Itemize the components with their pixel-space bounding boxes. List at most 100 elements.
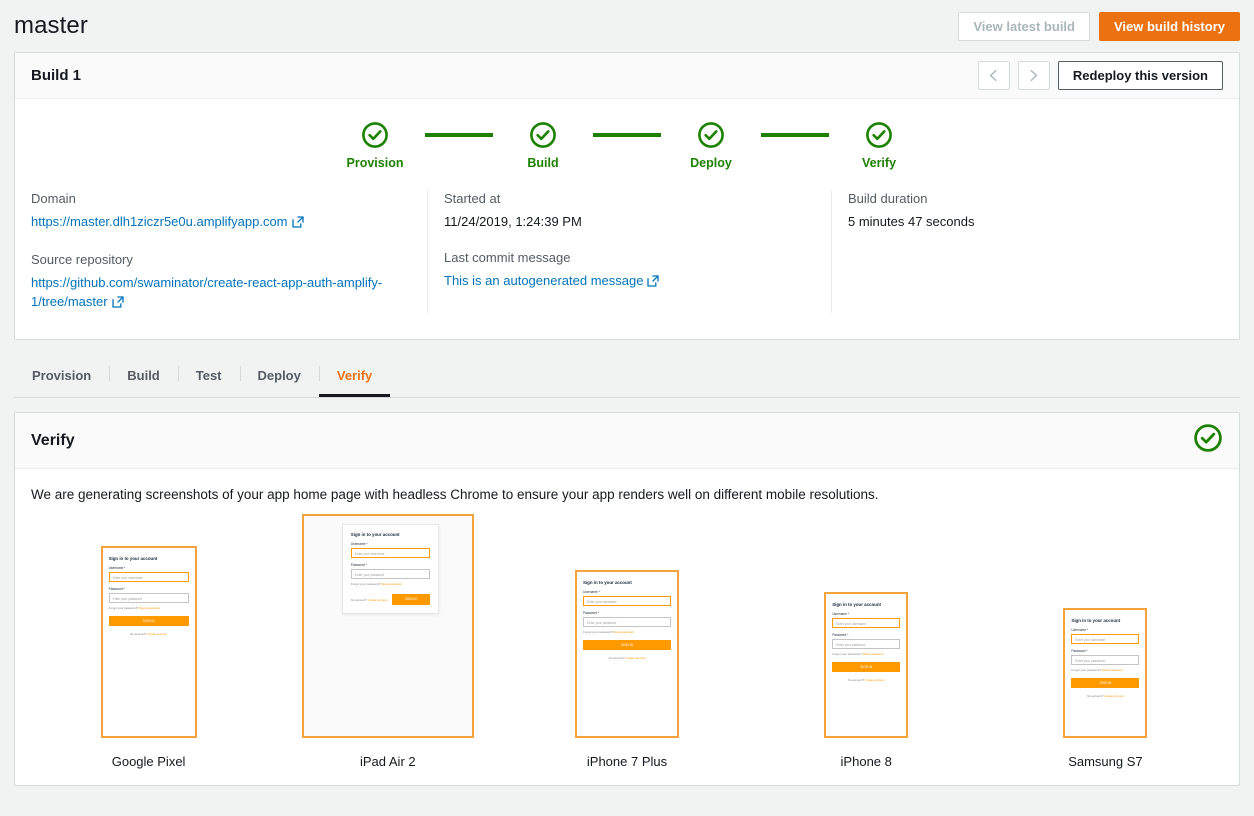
previous-build-button[interactable] (977, 61, 1010, 90)
screenshot-username-placeholder: Enter your username (836, 622, 866, 626)
external-link-icon (647, 273, 660, 292)
build-card-actions: Redeploy this version (977, 61, 1223, 90)
tab-deploy[interactable]: Deploy (239, 356, 319, 397)
screenshot-password-input: Enter your password (583, 617, 671, 627)
device-cell-ipad-air-2: Sign in to your account Username * Enter… (268, 514, 507, 769)
screenshot-username-label: Username * (108, 566, 126, 570)
screenshot-forgot-row: Forgot your password? Reset password (832, 652, 900, 656)
screenshot-password-input: Enter your password (350, 569, 430, 579)
tab-build[interactable]: Build (109, 356, 178, 397)
app-signin-screenshot: Sign in to your account Username * Enter… (102, 548, 195, 736)
screenshot-title: Sign in to your account (1071, 618, 1121, 623)
app-signin-screenshot: Sign in to your account Username * Enter… (577, 572, 677, 736)
device-cell-iphone-8: Sign in to your account Username * Enter… (747, 592, 986, 769)
screenshot-password-label: Password * (350, 563, 367, 567)
view-build-history-button[interactable]: View build history (1098, 11, 1240, 41)
screenshot-password-placeholder: Enter your password (587, 621, 617, 625)
screenshot-password-input: Enter your password (832, 639, 901, 649)
screenshot-create-account-link: Create account (147, 632, 167, 636)
screenshot-footer-text: No account? (350, 597, 368, 602)
device-label: iPhone 8 (840, 754, 892, 769)
header-actions: View latest build View build history (958, 11, 1240, 41)
started-at-value: 11/24/2019, 1:24:39 PM (444, 214, 582, 229)
screenshot-username-label: Username * (832, 612, 850, 616)
build-progress-stepper: Provision Build Deploy Verify (15, 99, 1239, 180)
step-build: Build (493, 121, 593, 170)
build-card-header: Build 1 Redeploy this version (15, 53, 1239, 99)
build-duration-value: 5 minutes 47 seconds (848, 214, 975, 229)
verify-panel-body: We are generating screenshots of your ap… (15, 469, 1239, 785)
screenshot-signin-button: SIGN IN (391, 594, 430, 605)
step-deploy: Deploy (661, 121, 761, 170)
screenshot-forgot-text: Forgot your password? (583, 630, 613, 634)
check-circle-icon (865, 121, 893, 149)
external-link-icon (291, 214, 304, 233)
device-label: iPad Air 2 (359, 754, 416, 769)
device-label: iPhone 7 Plus (586, 754, 668, 769)
check-circle-icon (529, 121, 557, 149)
device-cell-samsung-s7: Sign in to your account Username * Enter… (986, 608, 1225, 769)
screenshot-username-placeholder: Enter your username (354, 552, 385, 556)
started-at-label: Started at (444, 191, 501, 206)
device-screenshot-ipad-air-2[interactable]: Sign in to your account Username * Enter… (301, 514, 474, 738)
screenshot-create-account-link: Create account (625, 656, 646, 660)
step-label: Build (527, 156, 559, 170)
verify-title: Verify (31, 431, 75, 449)
device-screenshot-iphone-8[interactable]: Sign in to your account Username * Enter… (824, 592, 909, 738)
screenshot-username-label: Username * (583, 590, 600, 594)
step-verify: Verify (829, 121, 929, 170)
screenshot-password-label: Password * (108, 587, 125, 591)
screenshot-create-account-link: Create account (367, 597, 388, 602)
screenshot-forgot-text: Forgot your password? (1071, 668, 1101, 672)
screenshot-footer: No account? Create account (583, 656, 671, 660)
screenshot-title: Sign in to your account (350, 532, 400, 537)
screenshot-footer-text: No account? (1087, 694, 1104, 698)
domain-link[interactable]: https://master.dlh1ziczr5e0u.amplifyapp.… (31, 214, 288, 229)
screenshot-forgot-row: Forgot your password? Reset password (1071, 668, 1139, 672)
view-latest-build-button[interactable]: View latest build (958, 11, 1090, 41)
tab-test[interactable]: Test (177, 356, 240, 397)
device-screenshot-google-pixel[interactable]: Sign in to your account Username * Enter… (100, 546, 197, 738)
next-build-button[interactable] (1017, 61, 1050, 90)
screenshot-password-placeholder: Enter your password (836, 643, 866, 647)
screenshot-username-placeholder: Enter your username (587, 600, 617, 604)
source-repository-link[interactable]: https://github.com/swaminator/create-rea… (31, 275, 382, 309)
device-screenshot-samsung-s7[interactable]: Sign in to your account Username * Enter… (1063, 608, 1148, 738)
device-screenshot-iphone-7-plus[interactable]: Sign in to your account Username * Enter… (575, 570, 679, 738)
domain-value-row: https://master.dlh1ziczr5e0u.amplifyapp.… (31, 212, 411, 233)
screenshot-username-input: Enter your username (1071, 634, 1140, 644)
screenshot-create-account-link: Create account (1104, 694, 1124, 698)
screenshot-password-label: Password * (832, 633, 849, 637)
last-commit-message-value-row: This is an autogenerated message (444, 271, 815, 292)
tab-provision[interactable]: Provision (14, 356, 109, 397)
build-summary-card: Build 1 Redeploy this version Provision … (14, 52, 1240, 340)
external-link-icon (111, 294, 124, 313)
step-connector (761, 133, 829, 137)
step-label: Deploy (690, 156, 732, 170)
build-duration-label: Build duration (848, 191, 928, 206)
screenshot-forgot-row: Forgot your password? Reset password (583, 630, 671, 634)
app-signin-screenshot: Sign in to your account Username * Enter… (303, 516, 472, 736)
last-commit-message-link[interactable]: This is an autogenerated message (444, 273, 643, 288)
domain-label: Domain (31, 191, 76, 206)
app-signin-screenshot: Sign in to your account Username * Enter… (826, 594, 907, 736)
redeploy-this-version-button[interactable]: Redeploy this version (1057, 61, 1223, 90)
screenshot-reset-link: Reset password (1101, 668, 1123, 672)
tab-verify[interactable]: Verify (318, 356, 391, 397)
screenshot-username-placeholder: Enter your username (112, 576, 143, 580)
screenshot-footer-row: No account? Create account SIGN IN (351, 594, 430, 605)
check-circle-icon (361, 121, 389, 149)
screenshot-username-input: Enter your username (583, 596, 671, 606)
screenshot-signin-button: SIGN IN (108, 616, 189, 626)
screenshot-signin-button: SIGN IN (832, 662, 901, 672)
screenshot-title: Sign in to your account (583, 580, 632, 585)
screenshot-signin-button: SIGN IN (583, 640, 671, 650)
screenshot-footer-text: No account? (130, 632, 147, 636)
build-details-column-1: Domain https://master.dlh1ziczr5e0u.ampl… (15, 190, 427, 313)
verify-panel: Verify We are generating screenshots of … (14, 412, 1240, 786)
verify-description: We are generating screenshots of your ap… (31, 487, 879, 502)
screenshot-forgot-row: Forgot your password? Reset password (109, 606, 189, 610)
app-signin-screenshot: Sign in to your account Username * Enter… (1065, 610, 1146, 736)
screenshot-forgot-text: Forgot your password? (108, 606, 139, 610)
device-cell-iphone-7-plus: Sign in to your account Username * Enter… (507, 570, 746, 769)
